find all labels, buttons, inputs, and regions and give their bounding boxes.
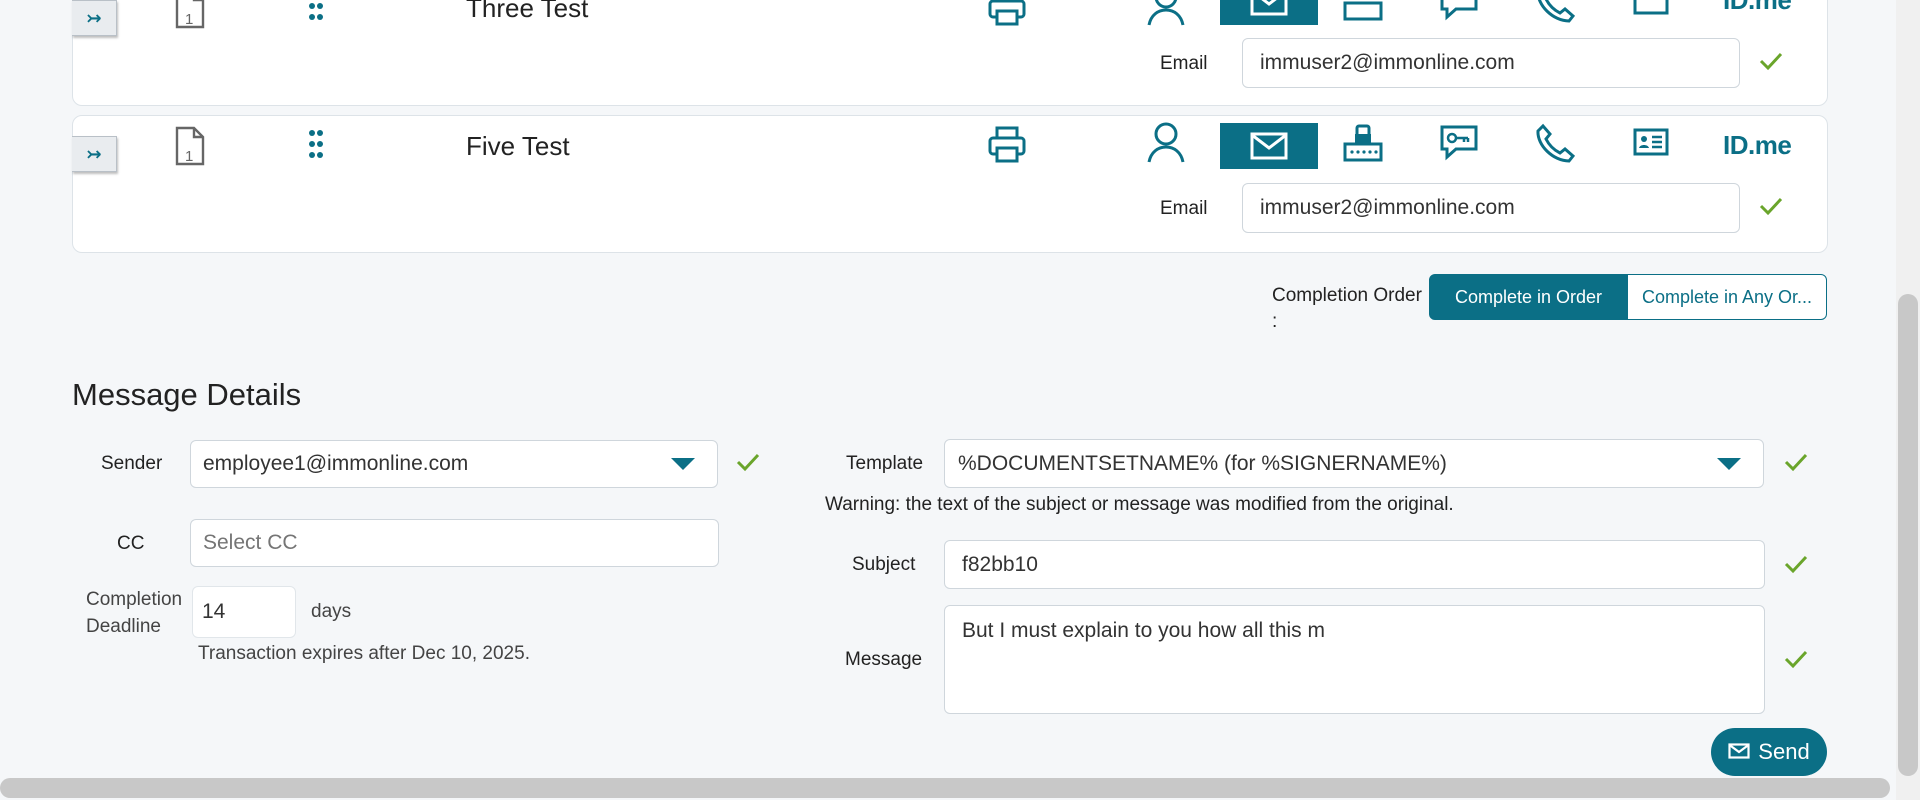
cc-label: CC [117,533,145,554]
sender-valid-check-icon [736,452,760,477]
email-auth-button[interactable] [1220,123,1318,169]
completion-order-colon: : [1272,311,1278,332]
phone-icon[interactable] [1535,0,1575,23]
phone-icon[interactable] [1535,123,1575,163]
expand-signer-tab[interactable]: ↣ [72,0,117,36]
cc-input[interactable] [190,519,719,567]
expiry-note: Transaction expires after Dec 10, 2025. [198,643,530,664]
idme-logo[interactable]: ID.me [1723,0,1792,16]
sender-select[interactable]: employee1@immonline.com [190,440,718,488]
message-details-title: Message Details [72,377,302,412]
drag-handle-icon[interactable] [309,0,323,21]
message-textarea[interactable]: But I must explain to you how all this m [944,605,1765,714]
message-value: But I must explain to you how all this m [962,619,1325,642]
subject-input[interactable]: f82bb10 [944,540,1765,589]
document-order-icon: 1 [173,126,207,166]
envelope-icon [1728,739,1750,765]
person-icon[interactable] [1146,122,1186,164]
template-label: Template [846,453,924,474]
complete-in-any-order-button[interactable]: Complete in Any Or... [1627,274,1827,320]
deadline-unit: days [311,601,352,622]
template-valid-check-icon [1784,452,1808,477]
id-card-icon[interactable] [1633,0,1669,17]
signer-email-field[interactable]: immuser2@immonline.com [1242,183,1740,233]
template-value: %DOCUMENTSETNAME% (for %SIGNERNAME%) [958,451,1447,475]
subject-valid-check-icon [1784,554,1808,579]
email-label: Email [1160,198,1208,219]
idme-logo[interactable]: ID.me [1723,130,1792,161]
message-label: Message [845,649,923,670]
expand-signer-tab[interactable]: ↣ [72,136,117,172]
signer-name: Five Test [466,131,570,161]
person-icon[interactable] [1146,0,1186,27]
message-valid-check-icon [1784,649,1808,674]
sender-dropdown-caret-icon[interactable] [671,458,695,470]
signer-card: ↣ 1 Five Test ID.me Email immuser2@immon… [72,115,1828,253]
signer-name: Three Test [466,0,589,23]
deadline-label-line2: Deadline [86,616,161,637]
id-card-icon[interactable] [1633,128,1669,158]
horizontal-scrollbar-thumb[interactable] [0,778,1890,798]
deadline-days-input[interactable]: 14 [192,586,296,638]
sender-label: Sender [101,453,163,474]
horizontal-scrollbar-track[interactable] [0,776,1896,800]
chat-key-icon[interactable] [1438,123,1480,163]
signer-card: ↣ 1 Three Test ID.me Email immuser2@immo… [72,0,1828,106]
sender-value: employee1@immonline.com [203,452,469,475]
email-valid-check-icon [1759,51,1783,76]
completion-deadline-label: Completion Deadline [86,586,182,640]
chat-key-icon[interactable] [1438,0,1480,23]
print-icon[interactable] [987,126,1027,164]
complete-in-order-button[interactable]: Complete in Order [1429,274,1628,320]
template-select[interactable]: %DOCUMENTSETNAME% (for %SIGNERNAME%) [944,439,1764,488]
send-button[interactable]: Send [1711,728,1827,776]
email-auth-button[interactable] [1220,0,1318,25]
modified-warning: Warning: the text of the subject or mess… [825,494,1454,515]
drag-handle-icon[interactable] [309,129,323,159]
idme-text: ID.me [1723,0,1792,15]
signer-email-field[interactable]: immuser2@immonline.com [1242,38,1740,88]
subject-label: Subject [852,554,916,575]
template-dropdown-caret-icon[interactable] [1717,458,1741,470]
vertical-scrollbar-thumb[interactable] [1898,294,1918,776]
idme-text: ID.me [1723,130,1792,160]
print-icon[interactable] [987,0,1027,27]
email-valid-check-icon [1759,196,1783,221]
completion-order-label: Completion Order [1272,285,1422,306]
document-order-icon: 1 [173,0,207,29]
svg-text:1: 1 [185,11,193,28]
sms-code-icon[interactable] [1343,122,1383,164]
vertical-scrollbar-track[interactable] [1896,0,1920,800]
svg-text:1: 1 [185,148,193,165]
deadline-label-line1: Completion [86,589,183,610]
send-label: Send [1758,739,1810,764]
email-label: Email [1160,53,1208,74]
sms-code-icon[interactable] [1343,0,1383,23]
